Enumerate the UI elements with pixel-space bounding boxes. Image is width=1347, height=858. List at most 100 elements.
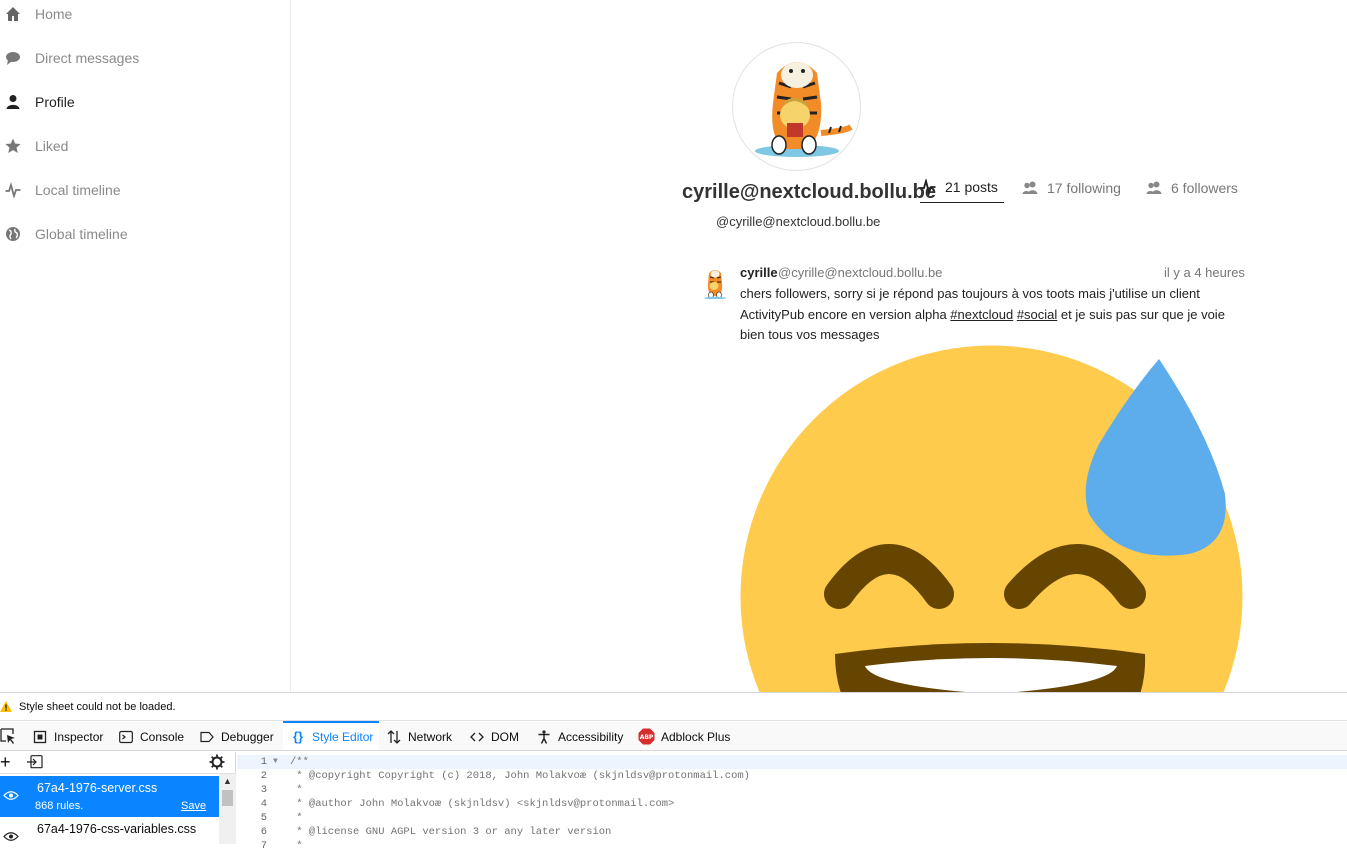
line-number: 5 [260, 812, 267, 824]
line-number: 2 [260, 770, 267, 782]
posts-count: 21 posts [945, 179, 998, 195]
post-author-avatar[interactable] [701, 267, 729, 300]
devtools-panel: Style sheet could not be loaded. Inspect… [0, 692, 1347, 852]
tiger-avatar-illustration [704, 270, 726, 300]
accessibility-icon [536, 729, 552, 745]
profile-avatar[interactable] [732, 42, 861, 171]
import-stylesheet-icon[interactable] [27, 755, 43, 769]
code-line: 5 * [237, 811, 1347, 825]
stylesheet-name: 67a4-1976-css-variables.css [37, 822, 197, 836]
inspector-icon [32, 729, 48, 745]
warning-message: Style sheet could not be loaded. [19, 701, 176, 713]
code-editor[interactable]: 1 ▼ /** 2 * @copyright Copyright (c) 2018,… [237, 752, 1347, 852]
stylesheet-list: + 67a4-1976-server.css 868 rules. Save 6… [0, 752, 236, 844]
users-icon [1146, 181, 1162, 194]
code-text: * [290, 812, 303, 824]
sidebar-item-label: Global timeline [35, 226, 128, 242]
tab-label: Network [408, 729, 453, 744]
tab-network[interactable]: Network [386, 722, 452, 751]
code-line: 1 ▼ /** [237, 755, 1347, 769]
sidebar: Home Direct messages Profile Liked Local… [0, 0, 291, 692]
sidebar-item-global-timeline[interactable]: Global timeline [0, 212, 290, 256]
sidebar-item-liked[interactable]: Liked [0, 124, 290, 168]
tab-adblock-plus[interactable]: ABP Adblock Plus [638, 722, 730, 751]
eye-icon[interactable] [3, 831, 19, 842]
code-text: * [290, 840, 303, 852]
save-link[interactable]: Save [181, 800, 206, 812]
svg-text:ABP: ABP [640, 734, 654, 741]
post-author-name[interactable]: cyrille [740, 265, 778, 280]
post-author-handle[interactable]: @cyrille@nextcloud.bollu.be [778, 265, 942, 280]
debugger-icon [199, 729, 215, 745]
console-icon [118, 729, 134, 745]
followers-count: 6 followers [1171, 179, 1238, 196]
tab-posts[interactable]: 21 posts [920, 172, 1004, 203]
globe-icon [5, 226, 21, 242]
tab-followers[interactable]: 6 followers [1146, 172, 1238, 203]
line-number: 6 [260, 826, 267, 838]
code-line: 2 * @copyright Copyright (c) 2018, John … [237, 769, 1347, 783]
new-stylesheet-button[interactable]: + [0, 753, 11, 771]
sidebar-item-local-timeline[interactable]: Local timeline [0, 168, 290, 212]
braces-icon: {} [292, 729, 304, 744]
code-line: 6 * @license GNU AGPL version 3 or any l… [237, 825, 1347, 839]
tab-accessibility[interactable]: Accessibility [536, 722, 623, 751]
scroll-up-arrow-icon[interactable]: ▲ [223, 776, 232, 786]
sidebar-item-label: Profile [35, 94, 75, 110]
speech-bubble-icon [5, 50, 21, 66]
stylesheet-item[interactable]: 67a4-1976-server.css 868 rules. Save [0, 776, 225, 817]
code-text: /** [290, 756, 309, 768]
line-number: 7 [260, 840, 267, 852]
profile-account-handle: @cyrille@nextcloud.bollu.be [716, 214, 881, 229]
tab-dom[interactable]: DOM [469, 722, 519, 751]
element-picker-icon[interactable] [0, 728, 16, 744]
users-icon [1022, 181, 1038, 194]
notification-bar: Style sheet could not be loaded. [0, 693, 1347, 721]
sidebar-item-label: Local timeline [35, 182, 121, 198]
activity-icon [5, 182, 21, 198]
fold-arrow-icon[interactable]: ▼ [273, 755, 278, 769]
code-text: * [290, 784, 303, 796]
tab-debugger[interactable]: Debugger [199, 722, 274, 751]
line-number: 3 [260, 784, 267, 796]
warning-icon [0, 701, 12, 712]
sidebar-item-label: Liked [35, 138, 69, 154]
sidebar-item-direct-messages[interactable]: Direct messages [0, 36, 290, 80]
stylesheet-list-scrollbar[interactable]: ▲ [219, 774, 236, 844]
user-icon [5, 94, 21, 110]
stylesheet-name: 67a4-1976-server.css [37, 781, 158, 795]
gear-icon[interactable] [209, 754, 225, 770]
eye-icon[interactable] [3, 790, 19, 801]
tab-label: Accessibility [558, 729, 624, 744]
home-icon [5, 6, 21, 22]
tiger-avatar-illustration [755, 62, 853, 157]
sidebar-item-label: Home [35, 6, 73, 22]
tab-label: DOM [491, 729, 519, 744]
hashtag-link-social[interactable]: #social [1017, 307, 1057, 322]
devtools-toolbar: Inspector Console Debugger {} Style Edit… [0, 721, 1347, 751]
grinning-face-with-sweat-emoji [739, 344, 1244, 692]
abp-logo-icon: ABP [638, 728, 655, 745]
tab-label: Adblock Plus [661, 729, 731, 744]
profile-view: cyrille@nextcloud.bollu.be @cyrille@next… [291, 0, 1347, 692]
line-number: 4 [260, 798, 267, 810]
tab-label: Style Editor [312, 729, 374, 744]
scrollbar-thumb[interactable] [222, 790, 233, 806]
stylesheet-item[interactable]: 67a4-1976-css-variables.css [0, 817, 219, 858]
post-timestamp[interactable]: il y a 4 heures [1164, 265, 1245, 280]
post-content: chers followers, sorry si je répond pas … [740, 284, 1230, 346]
code-brackets-icon [469, 729, 485, 745]
tab-following[interactable]: 17 following [1022, 172, 1121, 203]
following-count: 17 following [1047, 179, 1121, 196]
sidebar-item-label: Direct messages [35, 50, 140, 66]
tab-console[interactable]: Console [118, 722, 184, 751]
tab-inspector[interactable]: Inspector [32, 722, 103, 751]
style-editor: + 67a4-1976-server.css 868 rules. Save 6… [0, 752, 1347, 852]
star-icon [5, 138, 21, 154]
sidebar-item-profile[interactable]: Profile [0, 80, 290, 124]
hashtag-link-nextcloud[interactable]: #nextcloud [950, 307, 1013, 322]
tab-style-editor[interactable]: {} Style Editor [283, 721, 379, 750]
code-line: 3 * [237, 783, 1347, 797]
sidebar-item-home[interactable]: Home [0, 0, 290, 36]
tab-label: Inspector [54, 729, 104, 744]
